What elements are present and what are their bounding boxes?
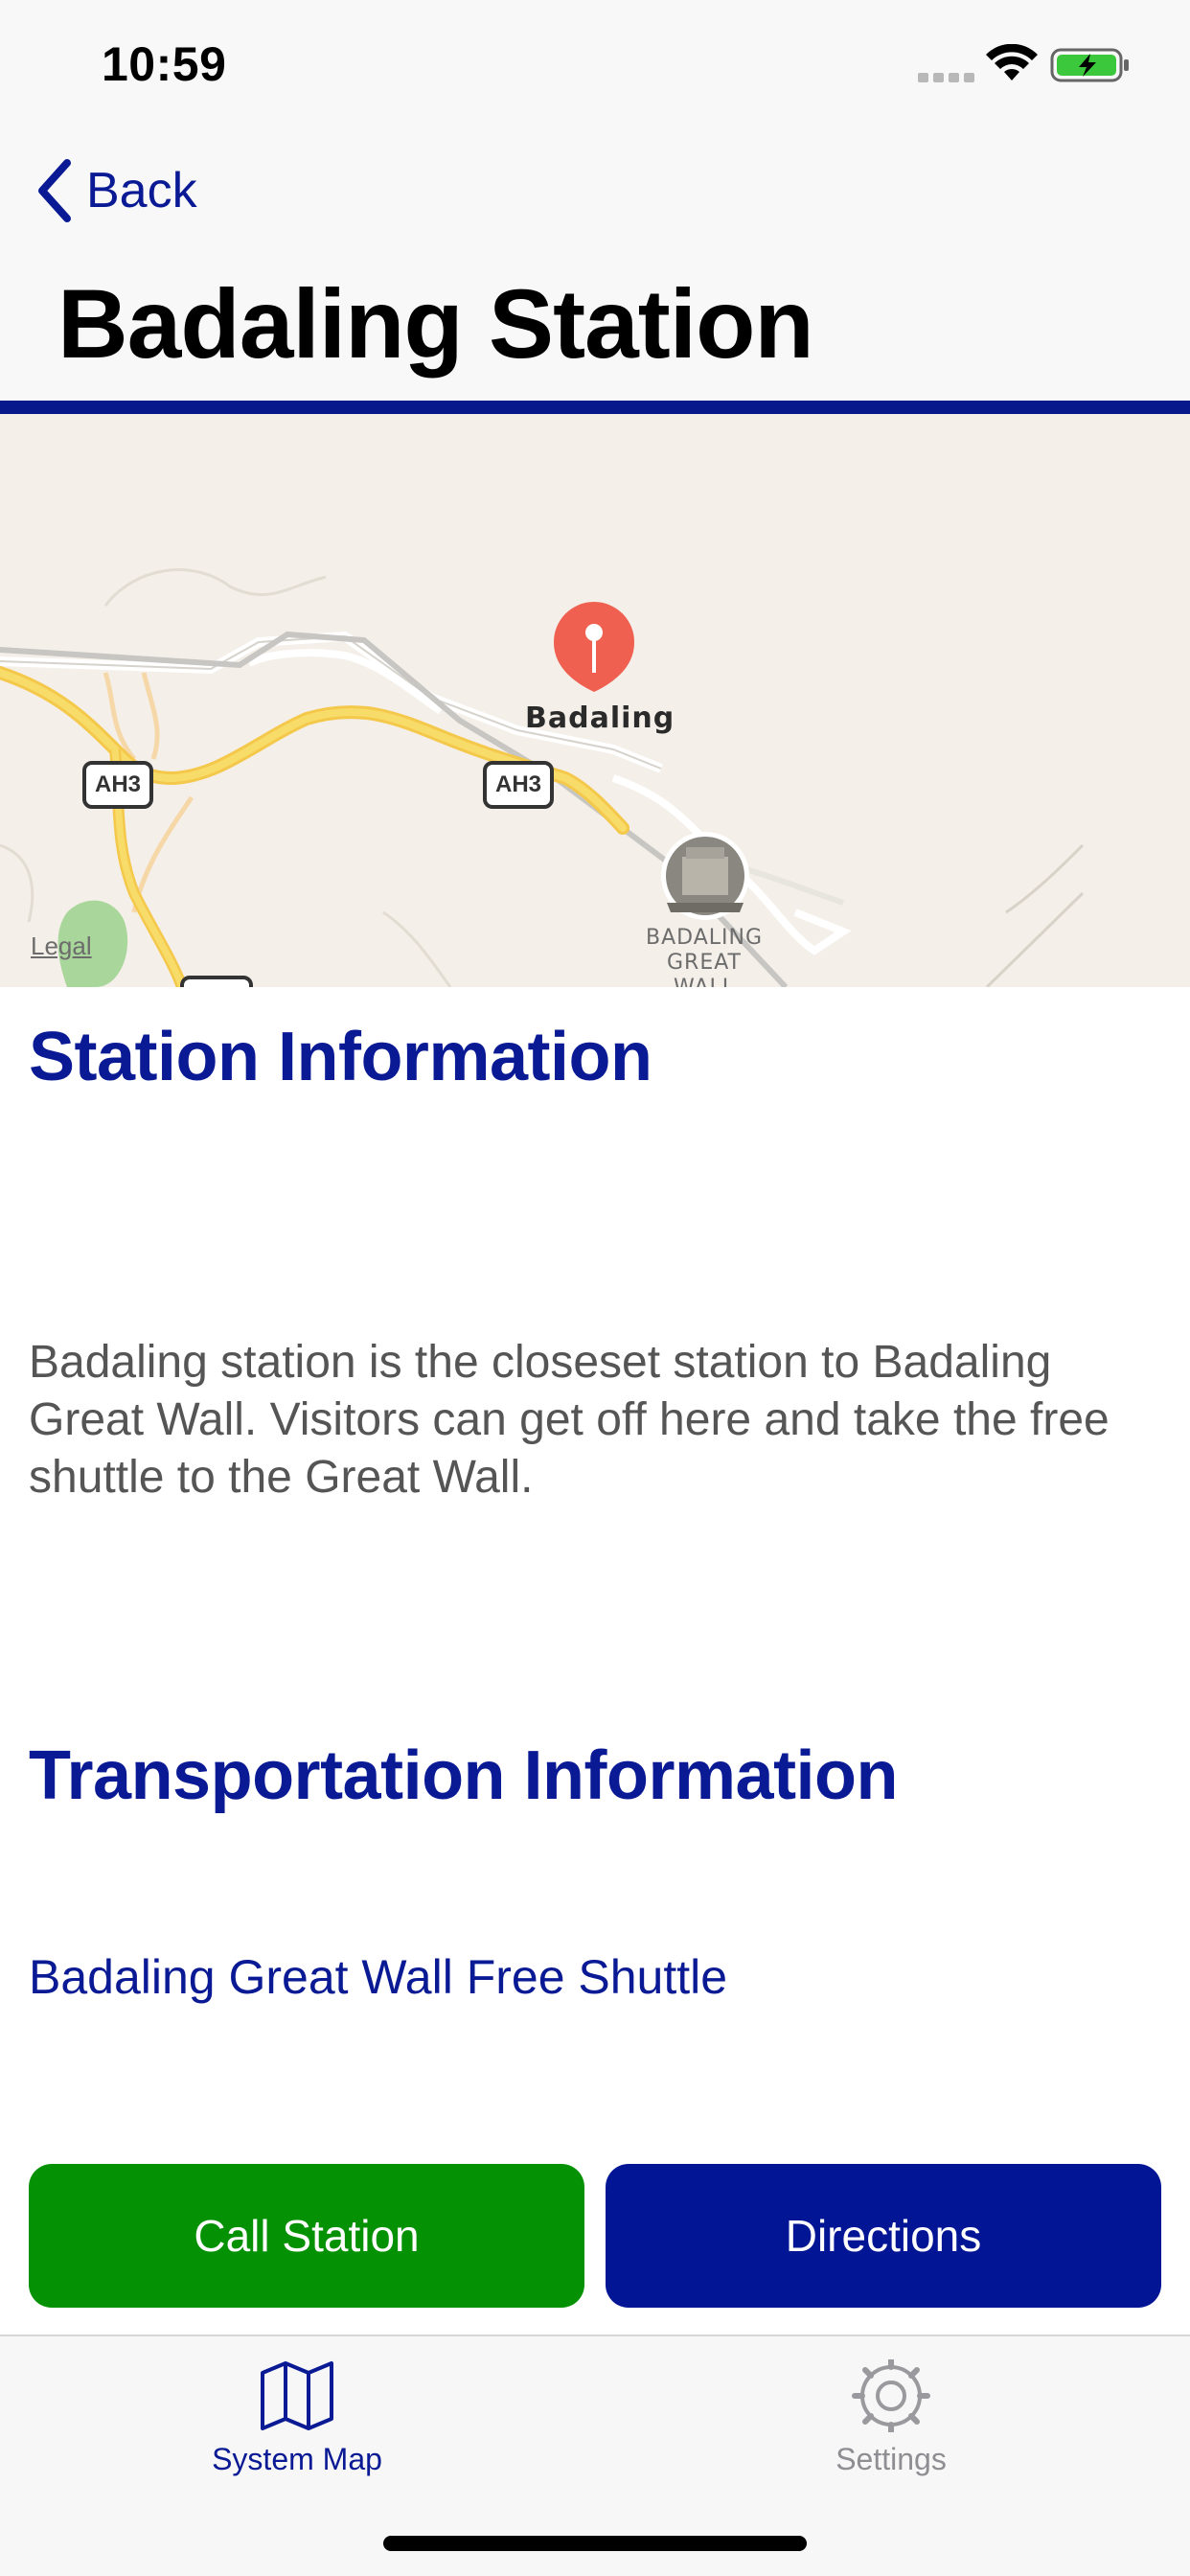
great-wall-poi-icon[interactable] — [661, 832, 749, 920]
station-map[interactable]: Badaling BADALING GREAT WALL AH3 AH3 Leg… — [0, 414, 1190, 987]
navigation-header: 10:59 Back Badaling Station — [0, 0, 1190, 401]
map-legal-link[interactable]: Legal — [31, 932, 92, 961]
battery-charging-icon — [1050, 48, 1129, 82]
tab-label: System Map — [212, 2442, 382, 2476]
directions-button[interactable]: Directions — [606, 2164, 1161, 2308]
gear-icon — [852, 2359, 930, 2432]
map-icon — [261, 2361, 333, 2430]
back-label: Back — [86, 163, 197, 218]
poi-label-line1: BADALING — [646, 926, 763, 950]
transportation-heading: Transportation Information — [29, 1737, 899, 1814]
station-info-heading: Station Information — [29, 1019, 652, 1095]
station-description: Badaling station is the closeset station… — [29, 1337, 1110, 1503]
poi-label: BADALING GREAT WALL — [632, 926, 776, 987]
back-button[interactable]: Back — [33, 157, 197, 224]
status-time: 10:59 — [102, 37, 227, 91]
title-divider — [0, 401, 1190, 414]
map-roads — [0, 568, 1085, 987]
cellular-signal-icon — [918, 73, 974, 82]
call-station-button[interactable]: Call Station — [29, 2164, 584, 2308]
shuttle-link[interactable]: Badaling Great Wall Free Shuttle — [29, 1949, 727, 2005]
road-shield: AH3 — [483, 761, 554, 809]
tab-label: Settings — [835, 2442, 947, 2476]
poi-label-line2: GREAT WALL — [666, 951, 742, 987]
wifi-icon — [986, 44, 1038, 80]
tab-system-map[interactable]: System Map — [144, 2359, 450, 2477]
page-title: Badaling Station — [57, 269, 814, 379]
map-pin-label: Badaling — [525, 702, 675, 735]
map-pin-icon[interactable] — [554, 602, 634, 692]
chevron-left-icon — [38, 159, 71, 222]
tab-settings[interactable]: Settings — [738, 2359, 1044, 2477]
road-shield: AH3 — [82, 761, 153, 809]
home-indicator — [383, 2536, 807, 2551]
